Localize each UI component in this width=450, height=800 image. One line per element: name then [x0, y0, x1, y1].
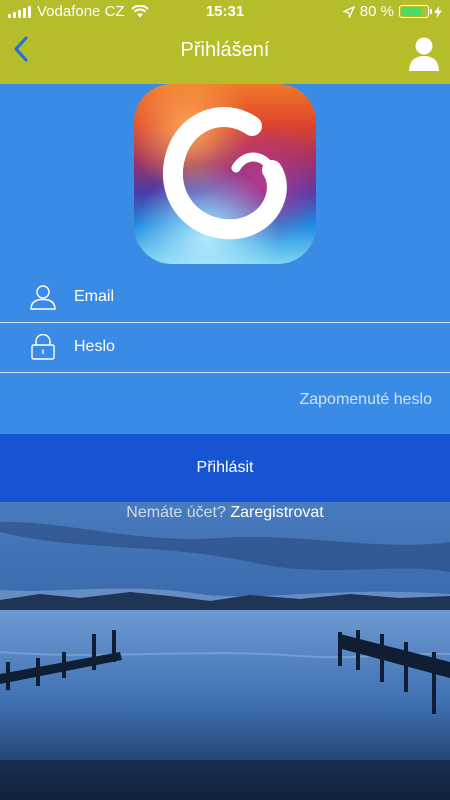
email-input[interactable] [74, 284, 414, 310]
password-field[interactable] [0, 322, 450, 373]
app-logo [134, 84, 316, 264]
register-row: Nemáte účet? Zaregistrovat [0, 504, 450, 522]
status-bar: Vodafone CZ 15:31 80 % [0, 0, 450, 24]
lock-icon [31, 334, 55, 360]
page-title: Přihlášení [180, 39, 270, 61]
battery-percentage: 80 % [359, 3, 394, 20]
battery-fill [401, 7, 422, 16]
status-right: 80 % [342, 3, 442, 20]
nav-bar: Přihlášení [0, 24, 450, 84]
register-prompt: Nemáte účet? [126, 504, 226, 521]
login-button[interactable]: Přihlásit [0, 434, 450, 502]
background-image [0, 502, 450, 800]
profile-button[interactable] [408, 36, 440, 72]
user-outline-icon [30, 285, 56, 310]
user-icon [409, 37, 439, 71]
location-arrow-icon [342, 5, 355, 18]
battery-icon [399, 5, 432, 18]
charging-icon [434, 5, 442, 18]
forgot-password-link[interactable]: Zapomenuté heslo [299, 391, 432, 409]
password-input[interactable] [74, 334, 414, 360]
email-field[interactable] [0, 272, 450, 323]
register-link[interactable]: Zaregistrovat [230, 504, 323, 521]
